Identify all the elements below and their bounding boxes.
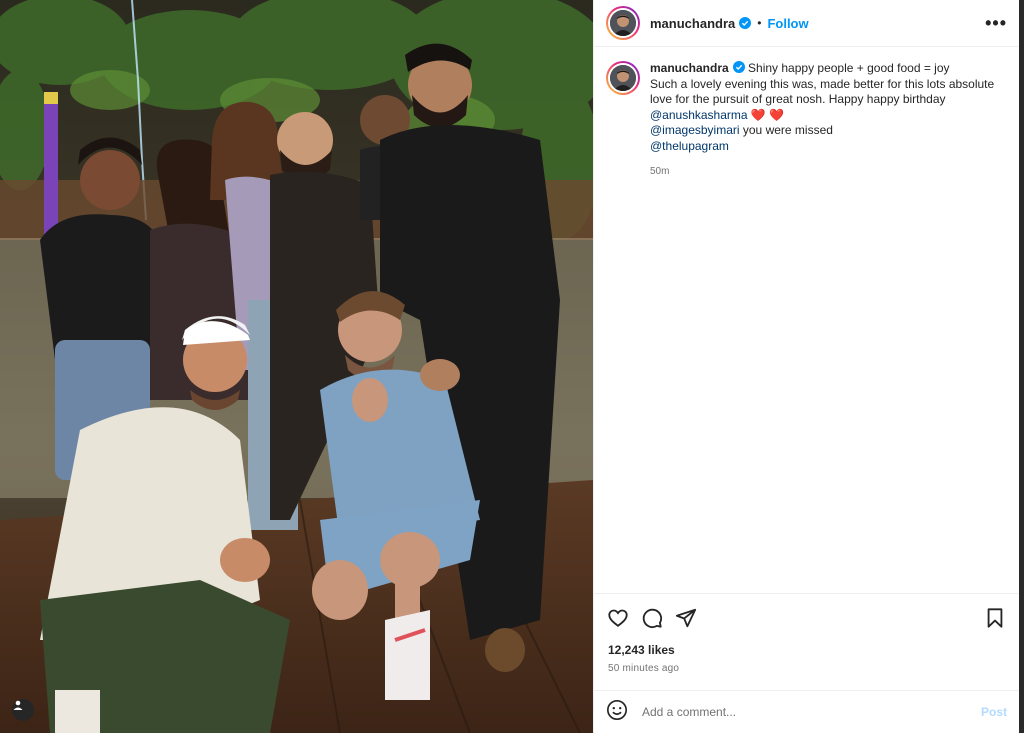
mention-imagesbyimari[interactable]: @imagesbyimari (650, 123, 740, 137)
post-header: manuchandra • Follow ••• (594, 0, 1019, 47)
verified-badge-icon (739, 17, 752, 29)
heart-emoji: ❤️ ❤️ (750, 107, 785, 122)
header-separator: • (757, 16, 762, 30)
bookmark-icon[interactable] (983, 606, 1007, 630)
author-username[interactable]: manuchandra (650, 16, 735, 31)
instagram-post: manuchandra • Follow ••• manuchandra Shi… (0, 0, 1024, 733)
post-comment-button[interactable]: Post (981, 705, 1007, 719)
user-tag-icon[interactable] (12, 699, 34, 721)
post-side-panel: manuchandra • Follow ••• manuchandra Shi… (593, 0, 1024, 733)
caption-timestamp[interactable]: 50m (650, 164, 1007, 180)
more-options-icon[interactable]: ••• (985, 14, 1007, 32)
caption-username[interactable]: manuchandra (650, 61, 729, 75)
caption-line-3: you were missed (739, 123, 833, 137)
mention-thelupagram[interactable]: @thelupagram (650, 139, 1007, 155)
comments-section: manuchandra Shiny happy people + good fo… (594, 47, 1019, 593)
comment-bubble-icon[interactable] (640, 606, 664, 630)
paper-plane-icon[interactable] (674, 606, 698, 630)
group-photo-illustration (0, 0, 593, 733)
caption-line-2: Such a lovely evening this was, made bet… (650, 76, 995, 107)
caption-verified-badge-icon (732, 61, 745, 73)
caption-line-1: Shiny happy people + good food = joy (748, 61, 950, 75)
post-photo[interactable] (0, 0, 593, 733)
author-avatar[interactable] (606, 6, 640, 40)
caption-author-avatar[interactable] (606, 61, 640, 95)
likes-count[interactable]: 12,243 likes (594, 641, 1019, 657)
action-bar (594, 593, 1019, 641)
mention-anushkasharma[interactable]: @anushkasharma (650, 108, 748, 122)
follow-button[interactable]: Follow (767, 16, 808, 31)
caption-text: manuchandra Shiny happy people + good fo… (650, 61, 1007, 180)
smiley-icon[interactable] (606, 699, 628, 726)
window-edge (1019, 0, 1024, 733)
comment-input[interactable] (642, 705, 981, 719)
heart-icon[interactable] (606, 606, 630, 630)
comment-composer: Post (594, 690, 1019, 733)
posted-time[interactable]: 50 minutes ago (594, 657, 1019, 690)
caption: manuchandra Shiny happy people + good fo… (606, 61, 1007, 180)
